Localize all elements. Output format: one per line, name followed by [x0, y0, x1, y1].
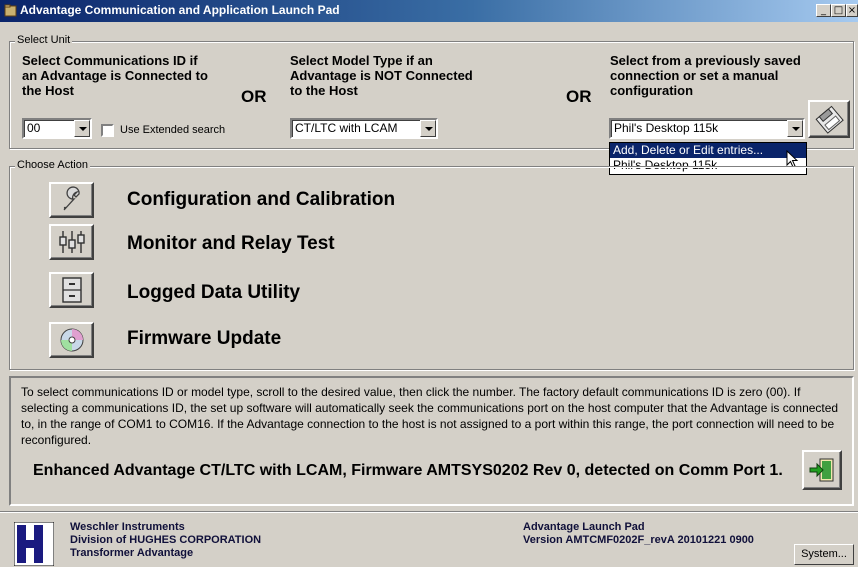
extended-search-label: Use Extended search — [120, 124, 226, 136]
model-type-heading: Select Model Type if an Advantage is NOT… — [290, 53, 473, 98]
model-type-select[interactable]: CT/LTC with LCAM — [290, 118, 438, 139]
extended-search-checkbox[interactable] — [101, 124, 114, 137]
title-bar[interactable]: Advantage Communication and Application … — [0, 0, 858, 22]
saved-connection-heading: Select from a previously saved connectio… — [610, 53, 801, 98]
monitor-relay-test-label[interactable]: Monitor and Relay Test — [127, 233, 335, 255]
info-text: To select communications ID or model typ… — [21, 385, 839, 447]
configuration-calibration-label[interactable]: Configuration and Calibration — [127, 189, 395, 211]
company-logo-icon — [14, 522, 54, 566]
chevron-down-icon[interactable] — [74, 120, 90, 137]
maximize-button[interactable]: □ — [831, 4, 846, 17]
save-connection-button[interactable] — [808, 100, 850, 138]
diskette-icon — [815, 105, 844, 134]
cabinet-icon — [61, 277, 82, 303]
dropdown-option-add-edit[interactable]: Add, Delete or Edit entries... — [610, 143, 806, 158]
company-info: Weschler Instruments Division of HUGHES … — [70, 521, 262, 559]
detection-status: Enhanced Advantage CT/LTC with LCAM, Fir… — [33, 462, 783, 479]
cd-icon — [60, 328, 83, 352]
minimize-button[interactable]: _ — [816, 4, 831, 17]
or-label-1: OR — [241, 87, 267, 106]
close-button[interactable]: × — [846, 4, 858, 17]
exit-door-icon — [809, 458, 834, 482]
app-icon — [4, 4, 17, 17]
comm-id-select[interactable]: 00 — [22, 118, 92, 139]
chevron-down-icon[interactable] — [787, 120, 803, 137]
system-button[interactable]: System... — [794, 544, 854, 565]
monitor-relay-test-button[interactable] — [49, 224, 94, 260]
firmware-update-label[interactable]: Firmware Update — [127, 328, 281, 350]
relay-icon — [58, 231, 85, 253]
configuration-calibration-button[interactable] — [49, 182, 94, 218]
firmware-update-button[interactable] — [49, 322, 94, 358]
choose-action-legend: Choose Action — [15, 159, 90, 171]
exit-button[interactable] — [802, 450, 842, 490]
saved-connection-select[interactable]: Phil's Desktop 115k — [609, 118, 805, 139]
comm-id-heading: Select Communications ID if an Advantage… — [22, 53, 208, 98]
wrench-icon — [63, 186, 80, 211]
app-version-info: Advantage Launch Pad Version AMTCMF0202F… — [523, 521, 754, 546]
logged-data-utility-button[interactable] — [49, 272, 94, 308]
window-title: Advantage Communication and Application … — [20, 3, 340, 17]
logged-data-utility-label[interactable]: Logged Data Utility — [127, 282, 300, 304]
chevron-down-icon[interactable] — [420, 120, 436, 137]
select-unit-legend: Select Unit — [15, 34, 73, 46]
or-label-2: OR — [566, 87, 592, 106]
footer-divider-highlight — [0, 512, 858, 513]
